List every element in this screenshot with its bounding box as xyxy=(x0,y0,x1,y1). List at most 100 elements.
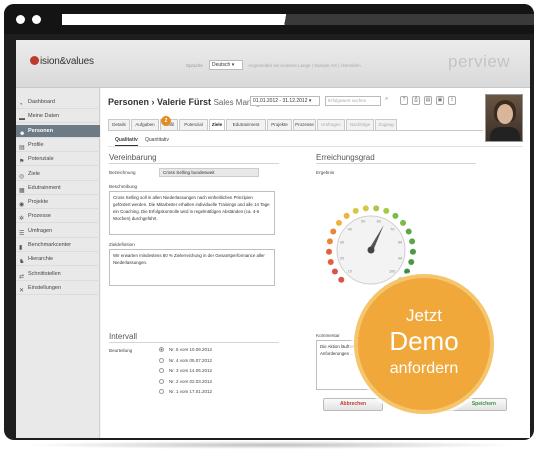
sidebar-item-hierarchie[interactable]: ♞ Hierarchie xyxy=(16,253,100,267)
interval-option[interactable]: Nr. 3 vom 14.05.2012 xyxy=(159,368,212,373)
gauge-dot xyxy=(331,268,338,275)
sidebar-item-projekte[interactable]: ◉ Projekte xyxy=(16,196,100,210)
sidebar-item-dashboard[interactable]: ◔ Dashboard xyxy=(16,96,100,109)
radio-button[interactable] xyxy=(159,347,164,352)
sidebar-item-label: Hierarchie xyxy=(28,256,54,263)
gauge-dot xyxy=(405,228,412,235)
sidebar-item-label: Profile xyxy=(28,141,44,148)
sidebar-item-personen[interactable]: ☻ Personen xyxy=(16,124,100,138)
sidebar-item-meine-daten[interactable]: ▬ Meine Daten xyxy=(16,110,100,124)
zieldefinition-textarea[interactable]: Wir erwarten mindestens 80 % Zielerreich… xyxy=(109,249,275,286)
window-titlebar xyxy=(4,4,534,34)
sidebar-item-umfragen[interactable]: ☰ Umfragen xyxy=(16,225,100,238)
interval-option[interactable]: Nr. 4 vom 05.07.2012 xyxy=(159,357,213,363)
company-logo: ision&values xyxy=(30,56,94,67)
gauge-tick-label: 30 xyxy=(340,241,344,245)
bezeichnung-field[interactable]: Cross Selling bundesweit xyxy=(159,168,259,177)
radio-button[interactable] xyxy=(159,368,164,373)
tab-projekte[interactable]: Projekte xyxy=(267,119,292,130)
radio-button[interactable] xyxy=(159,357,164,363)
tab-nachfolge[interactable]: Nachfolge xyxy=(346,119,374,130)
gauge-tick-label: 50 xyxy=(361,220,365,224)
sidebar-item-label: Schnittstellen xyxy=(28,270,61,277)
interval-option-label: Nr. 4 vom 05.07.2012 xyxy=(169,357,213,363)
gauge-dot xyxy=(343,212,350,219)
tab-zugang[interactable]: Zugang xyxy=(375,119,397,130)
gauge-dot xyxy=(326,248,333,255)
gauge-dot xyxy=(400,219,407,226)
sidebar-item-label: Projekte xyxy=(28,199,49,206)
logo-mark-icon xyxy=(30,56,39,65)
brand-logo: perview xyxy=(448,52,511,71)
tab-prozesse[interactable]: Prozesse xyxy=(293,119,316,130)
sidebar-item-profile[interactable]: ▤ Profile xyxy=(16,139,100,152)
tab-umfragen[interactable]: Umfragen xyxy=(317,119,345,130)
bezeichnung-label: Bezeichnung xyxy=(109,170,136,175)
interval-option[interactable]: Nr. 2 vom 02.03.2012 xyxy=(159,378,212,384)
gauge-tick-label: 40 xyxy=(348,227,352,231)
cancel-button[interactable]: Abbrechen xyxy=(323,398,383,411)
gauge-dot xyxy=(327,258,334,265)
gauge-dot xyxy=(383,207,390,214)
tab-ziele[interactable]: Ziele xyxy=(209,119,225,130)
sidebar-item-label: Potenziale xyxy=(28,156,54,163)
app-header: ision&values Sprache Deutsch ▾ Angemelde… xyxy=(16,40,530,88)
save-icon[interactable]: ▣ xyxy=(436,96,444,105)
tools-icon: ✕ xyxy=(19,287,25,294)
sidebar-item-edutrainment[interactable]: ▦ Edutrainment xyxy=(16,182,100,195)
radio-button[interactable] xyxy=(159,378,164,384)
tab-edutrainment[interactable]: Edutrainment xyxy=(226,119,266,130)
task-count-badge: 2 xyxy=(161,116,171,126)
sidebar-item-label: Meine Daten xyxy=(28,113,60,120)
gauge-dot xyxy=(326,238,333,245)
language-select[interactable]: Deutsch ▾ xyxy=(209,60,243,70)
beschreibung-textarea[interactable]: Cross Selling soll in allen Niederlassun… xyxy=(109,191,275,235)
section-intervall-heading: Intervall xyxy=(109,332,138,341)
sidebar-item-label: Edutrainment xyxy=(28,184,61,191)
share-icon[interactable]: ⇪ xyxy=(448,96,456,105)
interval-option-label: Nr. 5 vom 10.09.2012 xyxy=(169,347,213,352)
gauge-tick-label: 90 xyxy=(398,256,402,260)
sidebar-item-einstellungen[interactable]: ✕ Einstellungen xyxy=(16,282,100,295)
gauge-hub xyxy=(367,246,375,254)
beschreibung-label: Beschreibung xyxy=(109,184,138,189)
tab-details[interactable]: Details xyxy=(108,119,130,130)
sidebar-item-schnittstellen[interactable]: ⇄ Schnittstellen xyxy=(16,268,100,281)
help-icon[interactable]: ? xyxy=(400,96,408,105)
subtab-qualitativ[interactable]: Qualitativ xyxy=(115,137,138,146)
subtab-quantitativ[interactable]: Quantitativ xyxy=(145,137,169,143)
gauge-tick-label: 70 xyxy=(390,227,394,231)
tab-potenzial[interactable]: Potenzial xyxy=(179,119,208,130)
demo-request-badge[interactable]: Jetzt Demo anfordern xyxy=(354,274,494,414)
interval-option[interactable]: Nr. 5 vom 10.09.2012 xyxy=(159,347,212,352)
gauge-dot xyxy=(373,205,380,212)
language-label: Sprache xyxy=(186,63,203,68)
print-icon[interactable]: ⎙ xyxy=(412,96,420,105)
gauge-dot xyxy=(409,238,416,245)
device-shadow xyxy=(20,441,520,449)
gauge-dot xyxy=(352,207,359,214)
interval-option-label: Nr. 1 vom 17.01.2012 xyxy=(169,389,213,394)
kommentar-label: Kommentar xyxy=(316,333,340,338)
tab-aufgaben[interactable]: Aufgaben xyxy=(131,119,159,130)
interval-option[interactable]: Nr. 1 vom 17.01.2012 xyxy=(159,389,212,394)
sidebar-item-ziele[interactable]: ◎ Ziele xyxy=(16,168,100,181)
date-range-select[interactable]: 01.01.2012 - 31.12.2012 ▾ xyxy=(250,96,320,106)
user-info[interactable]: Angemeldet als Andreas Lange | Sample AG… xyxy=(248,63,361,68)
gauge-tick-label: 20 xyxy=(340,256,344,260)
search-input[interactable]: Erfolgswert suchen xyxy=(325,96,381,106)
gauge-tick-label: 10 xyxy=(348,270,352,274)
search-icon[interactable]: ⌕ xyxy=(385,96,388,103)
export-icon[interactable]: ▤ xyxy=(424,96,432,105)
gauge-tick-label: 80 xyxy=(398,241,402,245)
sidebar-item-benchmarkcenter[interactable]: ▮ Benchmarkcenter xyxy=(16,239,100,252)
sidebar-item-potenziale[interactable]: ⚑ Potenziale xyxy=(16,153,100,167)
interval-option-label: Nr. 3 vom 14.05.2012 xyxy=(169,368,213,373)
sidebar-item-prozesse[interactable]: ✲ Prozesse xyxy=(16,210,100,224)
radio-button[interactable] xyxy=(159,389,164,394)
promo-line-1: Jetzt xyxy=(406,306,442,325)
sidebar-item-label: Personen xyxy=(28,127,54,134)
window-dot-icon xyxy=(16,15,25,24)
gauge-dot xyxy=(330,228,337,235)
address-bar xyxy=(62,14,296,25)
